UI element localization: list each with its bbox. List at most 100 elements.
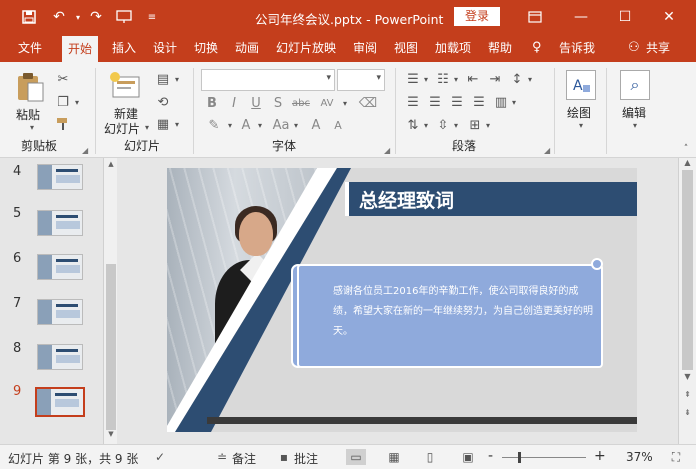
new-slide-dropdown-icon[interactable]: ▾ <box>142 122 152 132</box>
tab-animations[interactable]: 动画 <box>235 34 259 62</box>
ribbon-display-options-icon[interactable] <box>522 6 548 28</box>
copy-icon[interactable]: ❐ <box>54 93 72 111</box>
clear-format-icon[interactable]: ⌫ <box>358 94 378 112</box>
tab-help[interactable]: 帮助 <box>488 34 512 62</box>
tab-file[interactable]: 文件 <box>18 34 42 62</box>
login-button[interactable]: 登录 <box>454 7 500 26</box>
italic-icon[interactable]: I <box>226 94 242 112</box>
tab-view[interactable]: 视图 <box>394 34 418 62</box>
slide-thumbnail-8[interactable] <box>37 344 83 370</box>
spacing-dropdown-icon[interactable]: ▾ <box>340 94 350 112</box>
tab-design[interactable]: 设计 <box>153 34 177 62</box>
maximize-icon[interactable]: ☐ <box>612 6 638 28</box>
redo-icon[interactable]: ↷ <box>86 8 106 26</box>
change-case-icon[interactable]: Aa <box>270 116 292 134</box>
scroll-up-icon[interactable]: ▲ <box>104 160 118 172</box>
slideshow-view-icon[interactable]: ▣ <box>458 449 478 465</box>
tab-slideshow[interactable]: 幻灯片放映 <box>276 34 336 62</box>
layout-dropdown-icon[interactable]: ▾ <box>172 70 182 88</box>
paste-dropdown-icon[interactable]: ▾ <box>26 122 38 132</box>
section-icon[interactable]: ▦ <box>154 115 172 133</box>
smartart-dropdown-icon[interactable]: ▾ <box>484 116 492 134</box>
spellcheck-icon[interactable]: ✓ <box>150 449 170 465</box>
line-spacing-icon[interactable]: ↕ <box>508 70 526 88</box>
format-painter-icon[interactable] <box>54 115 72 133</box>
align-left-icon[interactable]: ☰ <box>404 93 422 111</box>
slide-thumbnail-4[interactable] <box>37 164 83 190</box>
drawing-label[interactable]: 绘图 <box>567 104 591 121</box>
text-highlight-icon[interactable]: ✎ <box>204 116 224 134</box>
increase-font-icon[interactable]: A <box>306 116 326 134</box>
paragraph-launcher-icon[interactable]: ◢ <box>544 146 550 155</box>
present-from-start-icon[interactable] <box>114 8 134 26</box>
slide-title-band[interactable]: 总经理致词 <box>345 182 637 216</box>
text-direction-icon[interactable]: ⇅ <box>404 116 422 134</box>
slides-pane-scrollbar[interactable]: ▲ ▼ <box>103 158 117 444</box>
drawing-icon[interactable]: A <box>566 70 596 100</box>
zoom-slider-handle[interactable] <box>518 452 521 463</box>
highlight-dropdown-icon[interactable]: ▾ <box>226 116 234 134</box>
scrollbar-thumb[interactable] <box>682 170 693 370</box>
undo-icon[interactable]: ↶ <box>48 8 70 26</box>
font-size-dropdown-icon[interactable]: ▾ <box>376 73 381 83</box>
font-color-dropdown-icon[interactable]: ▾ <box>256 116 264 134</box>
zoom-level[interactable]: 37% <box>626 450 653 464</box>
decrease-font-icon[interactable]: A <box>328 116 348 134</box>
bold-icon[interactable]: B <box>204 94 220 112</box>
zoom-slider[interactable] <box>502 457 586 458</box>
underline-icon[interactable]: U <box>248 94 264 112</box>
notes-button[interactable]: 备注 <box>232 450 256 467</box>
slide-thumbnail-5[interactable] <box>37 210 83 236</box>
new-slide-icon[interactable] <box>108 70 144 102</box>
normal-view-icon[interactable]: ▭ <box>346 449 366 465</box>
section-dropdown-icon[interactable]: ▾ <box>172 115 182 133</box>
clipboard-launcher-icon[interactable]: ◢ <box>82 146 88 155</box>
tab-review[interactable]: 审阅 <box>353 34 377 62</box>
tab-home[interactable]: 开始 <box>62 36 99 62</box>
slide-thumbnail-7[interactable] <box>37 299 83 325</box>
strikethrough-icon[interactable]: abc <box>290 94 312 112</box>
slide-canvas[interactable]: 总经理致词 感谢各位员工2016年的辛勤工作，使公司取得良好的成绩，希望大家在新… <box>167 168 637 432</box>
editing-dropdown-icon[interactable]: ▾ <box>630 120 640 130</box>
line-spacing-dropdown-icon[interactable]: ▾ <box>526 70 534 88</box>
text-direction-dropdown-icon[interactable]: ▾ <box>422 116 430 134</box>
slide-thumbnail-9[interactable] <box>35 387 85 417</box>
cut-icon[interactable]: ✂ <box>54 70 72 88</box>
minimize-icon[interactable]: — <box>568 6 594 28</box>
font-name-combo[interactable]: ▾ <box>201 69 335 91</box>
zoom-out-button[interactable]: - <box>488 448 493 464</box>
copy-dropdown-icon[interactable]: ▾ <box>72 93 82 111</box>
close-icon[interactable]: ✕ <box>656 6 682 28</box>
editing-label[interactable]: 编辑 <box>622 104 646 121</box>
columns-icon[interactable]: ▥ <box>492 93 510 111</box>
columns-dropdown-icon[interactable]: ▾ <box>510 93 518 111</box>
drawing-dropdown-icon[interactable]: ▾ <box>576 120 586 130</box>
comments-button[interactable]: 批注 <box>294 450 318 467</box>
font-size-combo[interactable]: ▾ <box>337 69 385 91</box>
paste-label[interactable]: 粘贴 <box>16 106 40 123</box>
slide-sorter-icon[interactable]: ▦ <box>384 449 404 465</box>
font-name-dropdown-icon[interactable]: ▾ <box>326 73 331 83</box>
decrease-indent-icon[interactable]: ⇤ <box>464 70 482 88</box>
next-slide-icon[interactable]: ⇟ <box>679 408 696 422</box>
case-dropdown-icon[interactable]: ▾ <box>292 116 300 134</box>
reset-icon[interactable]: ⟲ <box>154 93 172 111</box>
font-color-icon[interactable]: A <box>236 116 256 134</box>
search-icon[interactable]: ⌕ <box>620 70 650 100</box>
smartart-icon[interactable]: ⊞ <box>466 116 484 134</box>
paste-icon[interactable] <box>14 70 46 104</box>
align-text-icon[interactable]: ⇳ <box>434 116 452 134</box>
zoom-in-button[interactable]: + <box>594 448 606 464</box>
character-spacing-icon[interactable]: AV <box>316 94 338 112</box>
shadow-icon[interactable]: S <box>270 94 286 112</box>
tab-transitions[interactable]: 切换 <box>194 34 218 62</box>
justify-icon[interactable]: ☰ <box>470 93 488 111</box>
share-button[interactable]: 共享 <box>646 34 670 62</box>
numbering-dropdown-icon[interactable]: ▾ <box>452 70 460 88</box>
bullets-dropdown-icon[interactable]: ▾ <box>422 70 430 88</box>
layout-icon[interactable]: ▤ <box>154 70 172 88</box>
fit-slide-icon[interactable]: ⛶ <box>666 449 686 465</box>
slide-thumbnail-6[interactable] <box>37 254 83 280</box>
notes-icon[interactable]: ≐ <box>212 449 232 465</box>
save-icon[interactable] <box>18 8 40 26</box>
